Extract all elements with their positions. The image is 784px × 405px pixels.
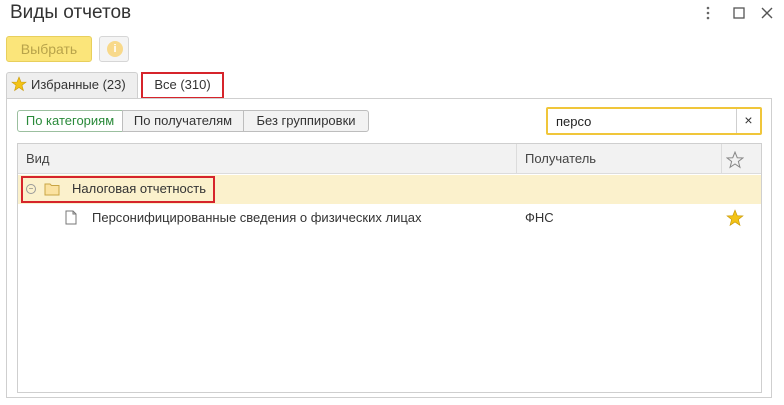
document-icon <box>65 210 77 225</box>
info-button[interactable]: i <box>99 36 129 62</box>
column-header-recipient[interactable]: Получатель <box>525 144 596 174</box>
window-title: Виды отчетов <box>10 2 132 23</box>
grouping-none-button[interactable]: Без группировки <box>243 110 369 132</box>
search-value[interactable]: персо <box>556 114 591 129</box>
clear-search-button[interactable]: × <box>736 109 760 133</box>
maximize-icon[interactable] <box>730 4 748 22</box>
search-input[interactable]: персо × <box>546 107 762 135</box>
tab-favorites[interactable]: Избранные (23) <box>6 72 138 98</box>
reports-table: Вид Получатель − Налоговая отчетность Пе… <box>17 143 762 393</box>
star-outline-icon[interactable] <box>725 150 745 169</box>
column-divider <box>721 144 722 174</box>
table-header: Вид Получатель <box>18 144 761 174</box>
close-icon[interactable] <box>758 4 776 22</box>
report-name: Персонифицированные сведения о физически… <box>92 210 422 225</box>
report-recipient: ФНС <box>525 210 554 225</box>
group-label: Налоговая отчетность <box>72 181 206 196</box>
table-row[interactable]: Персонифицированные сведения о физически… <box>18 204 761 232</box>
favorite-star-icon[interactable] <box>726 209 744 227</box>
tab-all-label: Все (310) <box>154 77 211 92</box>
grouping-by-category-button[interactable]: По категориям <box>17 110 123 132</box>
grouping-by-recipient-button[interactable]: По получателям <box>122 110 244 132</box>
select-button[interactable]: Выбрать <box>6 36 92 62</box>
window-titlebar: Виды отчетов <box>0 0 784 28</box>
tab-favorites-label: Избранные (23) <box>31 77 126 92</box>
star-icon <box>11 76 27 100</box>
info-icon: i <box>107 41 123 57</box>
tab-all[interactable]: Все (310) <box>141 72 224 99</box>
table-group-row[interactable]: − Налоговая отчетность <box>18 175 761 204</box>
column-divider <box>516 144 517 174</box>
column-header-kind[interactable]: Вид <box>26 144 50 174</box>
more-vert-icon[interactable] <box>699 4 717 22</box>
